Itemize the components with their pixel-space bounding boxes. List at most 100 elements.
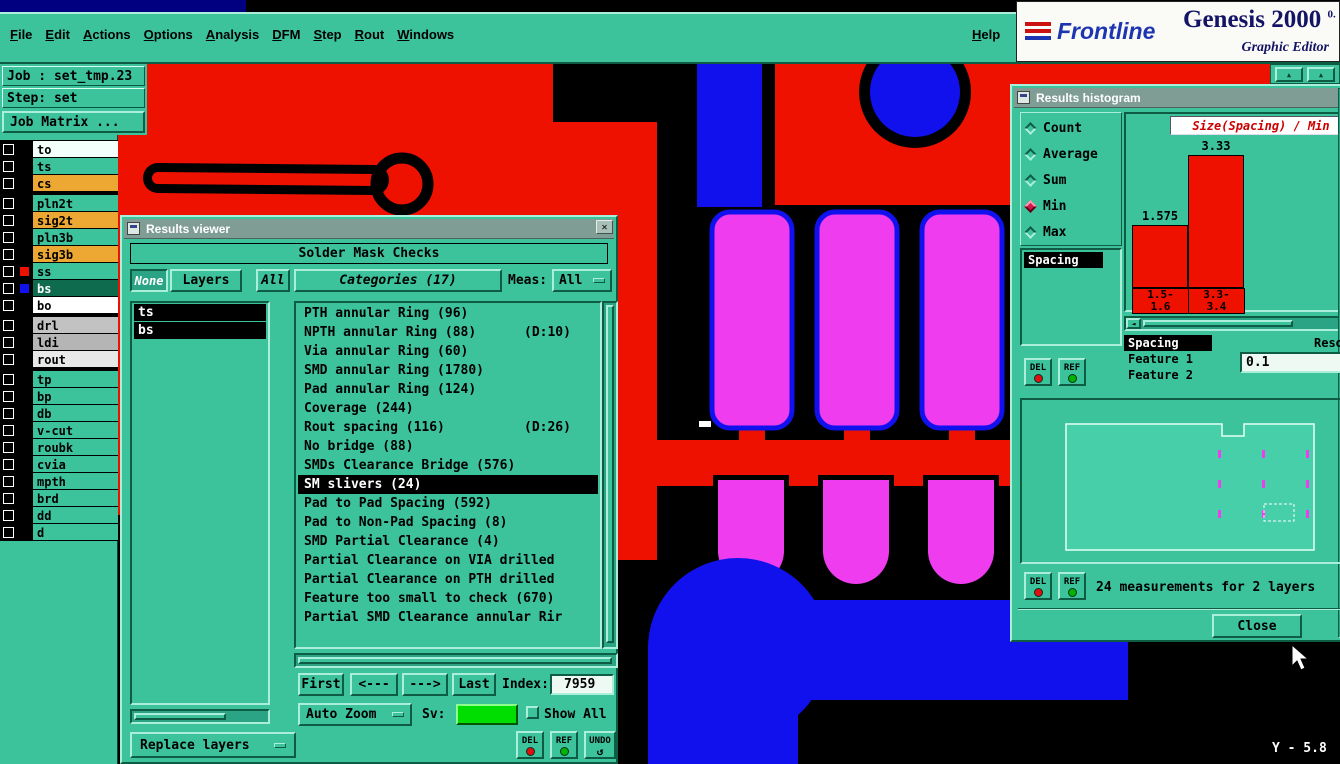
layer-row[interactable]: pln3b <box>0 229 118 246</box>
category-item[interactable]: NPTH annular Ring (88) (D:10) <box>298 323 598 342</box>
histogram-bar[interactable] <box>1188 155 1244 288</box>
category-item[interactable]: Pad to Non-Pad Spacing (8) <box>298 513 598 532</box>
auto-zoom-dropdown[interactable]: Auto Zoom <box>298 703 412 726</box>
category-item[interactable]: Partial SMD Clearance annular Rir <box>298 608 598 627</box>
layer-visibility-checkbox[interactable] <box>0 297 17 314</box>
categories-button[interactable]: Categories (17) <box>294 269 502 292</box>
scrollbar-thumb[interactable] <box>298 657 612 664</box>
layer-row[interactable]: bp <box>0 388 118 405</box>
layer-name[interactable]: cvia <box>32 456 118 473</box>
show-all-checkbox[interactable] <box>526 706 539 719</box>
board-preview[interactable] <box>1020 398 1340 564</box>
layer-row[interactable]: ts <box>0 158 118 175</box>
layer-name[interactable]: brd <box>32 490 118 507</box>
scroll-left-button[interactable]: ◄ <box>1126 318 1141 329</box>
reference-result-button[interactable]: REF <box>1058 358 1086 386</box>
category-item[interactable]: Pad to Pad Spacing (592) <box>298 494 598 513</box>
filter-layers-button[interactable]: Layers <box>170 269 242 292</box>
scrollbar-thumb[interactable] <box>134 713 226 720</box>
layer-visibility-checkbox[interactable] <box>0 473 17 490</box>
layer-visibility-checkbox[interactable] <box>0 195 17 212</box>
layer-row[interactable]: d <box>0 524 118 541</box>
layer-name[interactable]: pln3b <box>32 229 118 246</box>
menu-item[interactable]: Options <box>144 27 193 42</box>
layer-name[interactable]: d <box>32 524 118 541</box>
filter-none-button[interactable]: None <box>130 269 168 292</box>
layer-row[interactable]: roubk <box>0 439 118 456</box>
measure-item[interactable]: Spacing <box>1124 335 1212 351</box>
layer-name[interactable]: v-cut <box>32 422 118 439</box>
layer-visibility-checkbox[interactable] <box>0 422 17 439</box>
stat-toggle[interactable]: Sum <box>1021 167 1121 193</box>
layer-visibility-checkbox[interactable] <box>0 405 17 422</box>
layer-visibility-checkbox[interactable] <box>0 280 17 297</box>
layer-name[interactable]: db <box>32 405 118 422</box>
layer-row[interactable]: pln2t <box>0 195 118 212</box>
layer-visibility-checkbox[interactable] <box>0 388 17 405</box>
category-item[interactable]: Feature too small to check (670) <box>298 589 598 608</box>
layer-visibility-checkbox[interactable] <box>0 246 17 263</box>
layer-row[interactable]: ldi <box>0 334 118 351</box>
layer-row[interactable]: bo <box>0 297 118 314</box>
menu-item[interactable]: Analysis <box>206 27 259 42</box>
layers-horizontal-scrollbar[interactable] <box>130 709 270 724</box>
layer-row[interactable]: mpth <box>0 473 118 490</box>
delete-result-button[interactable]: DEL <box>1024 572 1052 600</box>
menu-item[interactable]: Windows <box>397 27 454 42</box>
layer-visibility-checkbox[interactable] <box>0 490 17 507</box>
layer-name[interactable]: bo <box>32 297 118 314</box>
layer-row[interactable]: cvia <box>0 456 118 473</box>
reference-result-button[interactable]: REF <box>550 731 578 759</box>
window-menu-icon[interactable] <box>1017 91 1030 104</box>
layer-row[interactable]: tp <box>0 371 118 388</box>
layer-name[interactable]: drl <box>32 317 118 334</box>
window-shade-button[interactable]: ▲ <box>1307 67 1335 82</box>
layer-visibility-checkbox[interactable] <box>0 263 17 280</box>
reference-result-button[interactable]: REF <box>1058 572 1086 600</box>
stat-toggle[interactable]: Count <box>1021 115 1121 141</box>
layer-visibility-checkbox[interactable] <box>0 317 17 334</box>
layer-visibility-checkbox[interactable] <box>0 175 17 192</box>
stat-toggle[interactable]: Min <box>1021 193 1121 219</box>
layer-name[interactable]: ldi <box>32 334 118 351</box>
layer-visibility-checkbox[interactable] <box>0 524 17 541</box>
next-result-button[interactable]: ---> <box>402 673 448 696</box>
checked-layers-list[interactable]: ts bs <box>130 301 270 705</box>
window-menu-icon[interactable] <box>127 222 140 235</box>
layer-row[interactable]: dd <box>0 507 118 524</box>
layer-visibility-checkbox[interactable] <box>0 141 17 158</box>
replace-layers-dropdown[interactable]: Replace layers <box>130 732 296 758</box>
layer-row[interactable]: v-cut <box>0 422 118 439</box>
layer-visibility-checkbox[interactable] <box>0 507 17 524</box>
layer-row[interactable]: brd <box>0 490 118 507</box>
job-matrix-button[interactable]: Job Matrix ... <box>2 111 145 133</box>
category-item[interactable]: No bridge (88) <box>298 437 598 456</box>
filter-all-button[interactable]: All <box>256 269 290 292</box>
layer-row[interactable]: cs <box>0 175 118 192</box>
histogram-bar[interactable] <box>1132 225 1188 288</box>
close-button[interactable]: ✕ <box>596 220 613 234</box>
categories-horizontal-scrollbar[interactable] <box>294 653 618 668</box>
first-result-button[interactable]: First <box>298 673 344 696</box>
menu-item[interactable]: Edit <box>45 27 70 42</box>
series-list[interactable]: Spacing <box>1020 248 1122 346</box>
scrollbar-thumb[interactable] <box>1143 320 1293 327</box>
menu-item[interactable]: Step <box>313 27 341 42</box>
layer-row[interactable]: rout <box>0 351 118 368</box>
last-result-button[interactable]: Last <box>452 673 496 696</box>
meas-dropdown[interactable]: All <box>552 269 612 292</box>
category-item[interactable]: PTH annular Ring (96) <box>298 304 598 323</box>
checked-layer-item[interactable]: ts <box>134 304 266 321</box>
layer-visibility-checkbox[interactable] <box>0 229 17 246</box>
layer-row[interactable]: bs <box>0 280 118 297</box>
layer-name[interactable]: roubk <box>32 439 118 456</box>
menu-item[interactable]: Rout <box>355 27 385 42</box>
delete-result-button[interactable]: DEL <box>516 731 544 759</box>
layer-row[interactable]: db <box>0 405 118 422</box>
checked-layer-item[interactable]: bs <box>134 322 266 339</box>
category-item[interactable]: Partial Clearance on VIA drilled <box>298 551 598 570</box>
layer-row[interactable]: ss <box>0 263 118 280</box>
layer-name[interactable]: ss <box>32 263 118 280</box>
layer-visibility-checkbox[interactable] <box>0 439 17 456</box>
layer-visibility-checkbox[interactable] <box>0 456 17 473</box>
